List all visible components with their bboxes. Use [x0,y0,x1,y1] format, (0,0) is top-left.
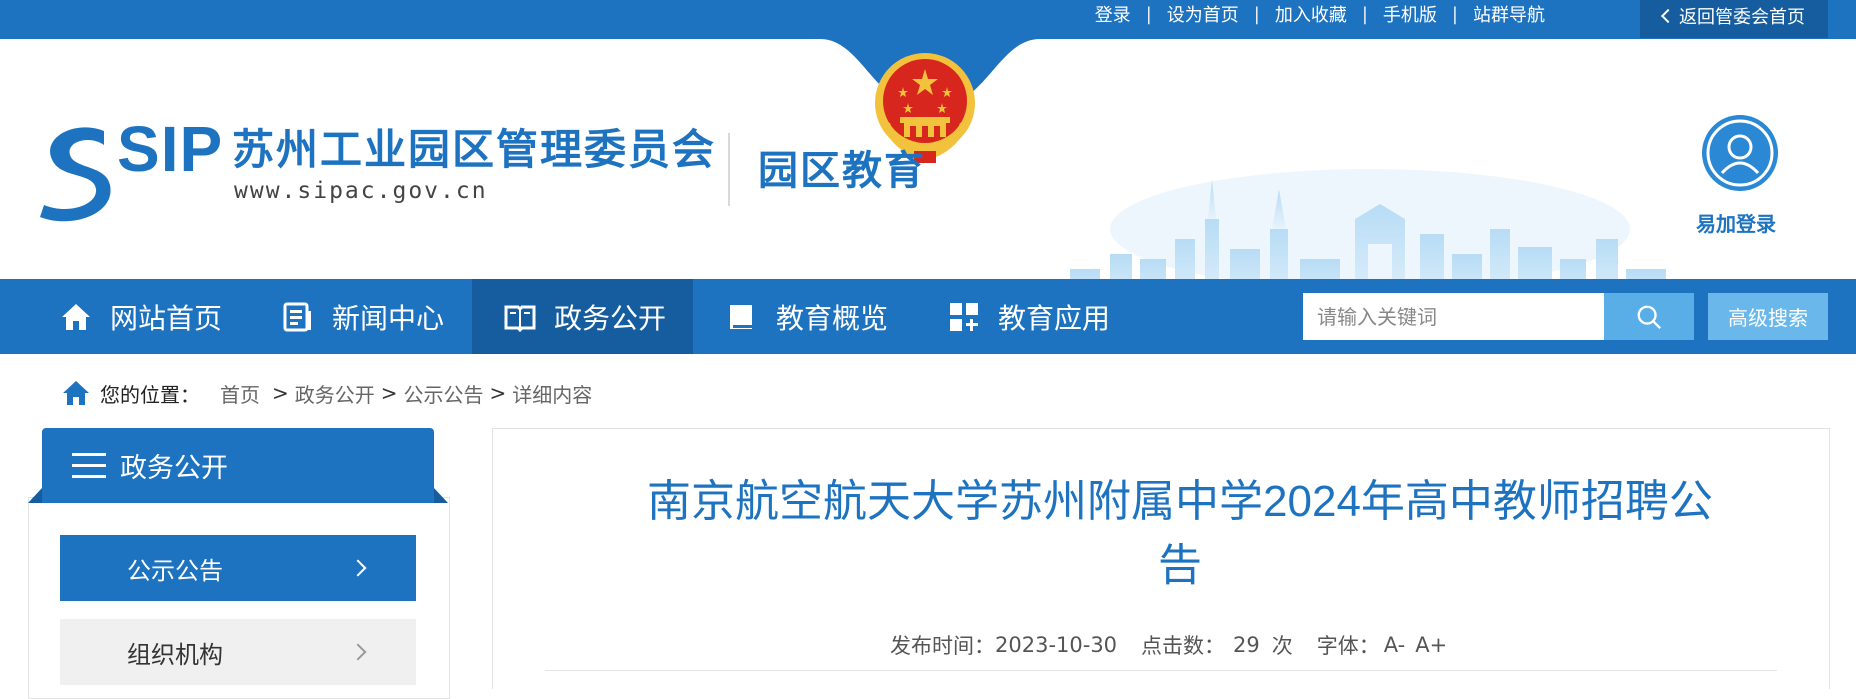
notebook-icon [730,304,752,329]
separator: | [1253,3,1260,25]
add-favorite-link[interactable]: 加入收藏 [1275,1,1347,27]
article-meta: 发布时间： 2023-10-30 点击数： 29 次 字体： A- A+ [890,630,1447,660]
site-group-nav-link[interactable]: 站群导航 [1473,1,1545,27]
nav-item-label: 政务公开 [554,301,667,335]
clicks-count: 29 [1233,633,1260,657]
breadcrumb-gov-affairs[interactable]: 政务公开 [295,379,375,408]
breadcrumb-separator: > [272,381,289,405]
header-divider [728,133,730,206]
clicks-unit: 次 [1271,634,1293,658]
home-icon [62,303,90,330]
news-icon [283,302,311,331]
back-to-committee-home-link[interactable]: 返回管委会首页 [1640,0,1828,38]
chevron-right-icon [349,559,367,577]
advanced-search-button[interactable]: 高级搜索 [1708,293,1828,340]
site-header: SIP 苏州工业园区管理委员会 www.sipac.gov.cn 园区教育 易加… [0,39,1856,279]
ribbon-fold-right [434,488,448,503]
ribbon-fold-left [28,488,42,503]
search-icon [1637,305,1662,329]
nav-item-news[interactable]: 新闻中心 [282,279,444,354]
section-title: 园区教育 [758,148,926,194]
article-title: 南京航空航天大学苏州附属中学2024年高中教师招聘公 告 [600,470,1760,598]
home-icon [63,381,89,405]
breadcrumb-home[interactable]: 首页 [220,379,260,408]
city-skyline-image [1070,169,1666,279]
sidebar-item-organization[interactable]: 组织机构 [60,619,416,685]
breadcrumb-separator: > [489,381,507,405]
sidebar-title: 政务公开 [120,453,228,484]
separator: | [1145,3,1152,25]
breadcrumb-label: 您的位置： [100,382,200,407]
sidebar-header: 政务公开 [42,428,434,503]
logo-abbreviation: SIP [117,113,224,185]
apps-grid-icon [950,302,978,331]
user-avatar-icon[interactable] [1700,113,1780,193]
sidebar-item-label: 公示公告 [127,556,223,585]
login-link[interactable]: 登录 [1095,1,1131,27]
nav-item-education-overview[interactable]: 教育概览 [726,279,888,354]
chevron-left-icon [1660,8,1676,24]
font-size-label: 字体： [1316,634,1380,658]
publish-label: 发布时间： [890,634,995,658]
top-bar: 登录 | 设为首页 | 加入收藏 | 手机版 | 站群导航 返回管委会首页 [0,0,1856,39]
nav-item-education-apps[interactable]: 教育应用 [948,279,1110,354]
book-icon [504,305,536,332]
clicks-label: 点击数： [1141,634,1226,658]
breadcrumb-separator: > [380,381,398,405]
nav-item-gov-affairs[interactable]: 政务公开 [472,279,693,354]
article-divider [545,670,1777,671]
set-homepage-link[interactable]: 设为首页 [1167,1,1239,27]
separator: | [1361,3,1368,25]
nav-item-label: 新闻中心 [332,301,445,335]
back-home-label: 返回管委会首页 [1679,7,1805,28]
organization-url: www.sipac.gov.cn [234,178,488,204]
sidebar-item-label: 组织机构 [127,640,223,669]
sip-logo-icon [40,127,111,222]
chevron-right-icon [349,643,367,661]
nav-item-label: 教育概览 [776,301,889,335]
article-title-line: 告 [1158,541,1202,590]
breadcrumb: 您的位置： 首页 > 政务公开 > 公示公告 > 详细内容 [62,379,592,407]
organization-name: 苏州工业园区管理委员会 [232,125,717,174]
separator: | [1451,3,1458,25]
search-button[interactable] [1604,293,1694,340]
breadcrumb-current: 详细内容 [512,382,593,407]
yijia-login-link[interactable]: 易加登录 [1696,208,1776,237]
search-input[interactable] [1303,293,1604,340]
mobile-version-link[interactable]: 手机版 [1383,1,1437,27]
breadcrumb-announcements[interactable]: 公示公告 [404,379,484,408]
menu-icon [72,452,106,479]
nav-item-label: 网站首页 [110,301,223,335]
nav-item-label: 教育应用 [998,301,1111,335]
nav-item-home[interactable]: 网站首页 [60,279,222,354]
publish-date: 2023-10-30 [995,633,1118,657]
article-title-line: 南京航空航天大学苏州附属中学2024年高中教师招聘公 [647,477,1713,526]
font-decrease-button[interactable]: A- [1384,633,1405,657]
sidebar-item-announcements[interactable]: 公示公告 [60,535,416,601]
top-links: 登录 | 设为首页 | 加入收藏 | 手机版 | 站群导航 [1095,0,1545,28]
font-increase-button[interactable]: A+ [1415,633,1447,657]
